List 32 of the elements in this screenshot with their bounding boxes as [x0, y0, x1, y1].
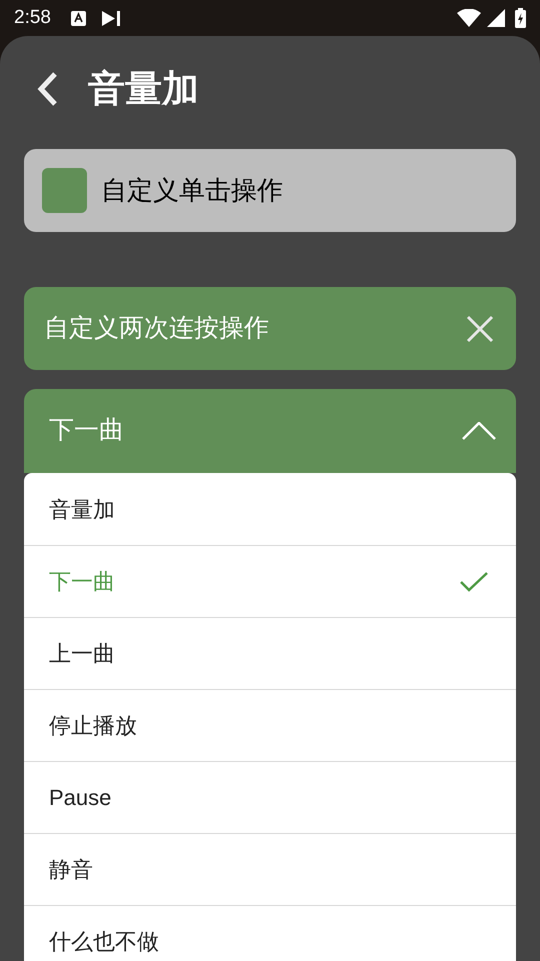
option-label: 上一曲 — [49, 640, 116, 668]
option-item[interactable]: 音量加 — [24, 473, 516, 545]
option-label: 静音 — [49, 856, 94, 884]
single-click-label: 自定义单击操作 — [101, 174, 283, 207]
dropdown-value: 下一曲 — [49, 415, 125, 446]
check-icon — [460, 572, 488, 592]
option-item[interactable]: 静音 — [24, 833, 516, 905]
chevron-up-icon — [462, 422, 496, 440]
option-item[interactable]: 停止播放 — [24, 689, 516, 761]
skip-next-icon — [102, 10, 120, 26]
option-label: 什么也不做 — [49, 928, 160, 956]
double-click-card[interactable]: 自定义两次连按操作 — [24, 287, 516, 370]
double-click-label: 自定义两次连按操作 — [44, 312, 270, 344]
square-icon — [42, 168, 87, 213]
option-item[interactable]: Pause — [24, 761, 516, 833]
option-label: 下一曲 — [49, 568, 116, 596]
signal-icon — [487, 9, 505, 27]
close-icon — [466, 314, 494, 342]
battery-icon — [515, 8, 526, 28]
option-item[interactable]: 什么也不做 — [24, 905, 516, 961]
keyboard-icon — [70, 10, 86, 26]
status-time: 2:58 — [14, 6, 51, 30]
option-item[interactable]: 上一曲 — [24, 617, 516, 689]
close-button[interactable] — [466, 314, 494, 342]
option-label: Pause — [49, 784, 112, 812]
wifi-icon — [457, 9, 481, 27]
action-dropdown[interactable]: 下一曲 — [24, 389, 516, 473]
back-icon — [36, 71, 58, 107]
page-title: 音量加 — [88, 67, 199, 112]
option-label: 停止播放 — [49, 712, 138, 740]
single-click-card[interactable]: 自定义单击操作 — [24, 149, 516, 232]
option-label: 音量加 — [49, 496, 116, 524]
